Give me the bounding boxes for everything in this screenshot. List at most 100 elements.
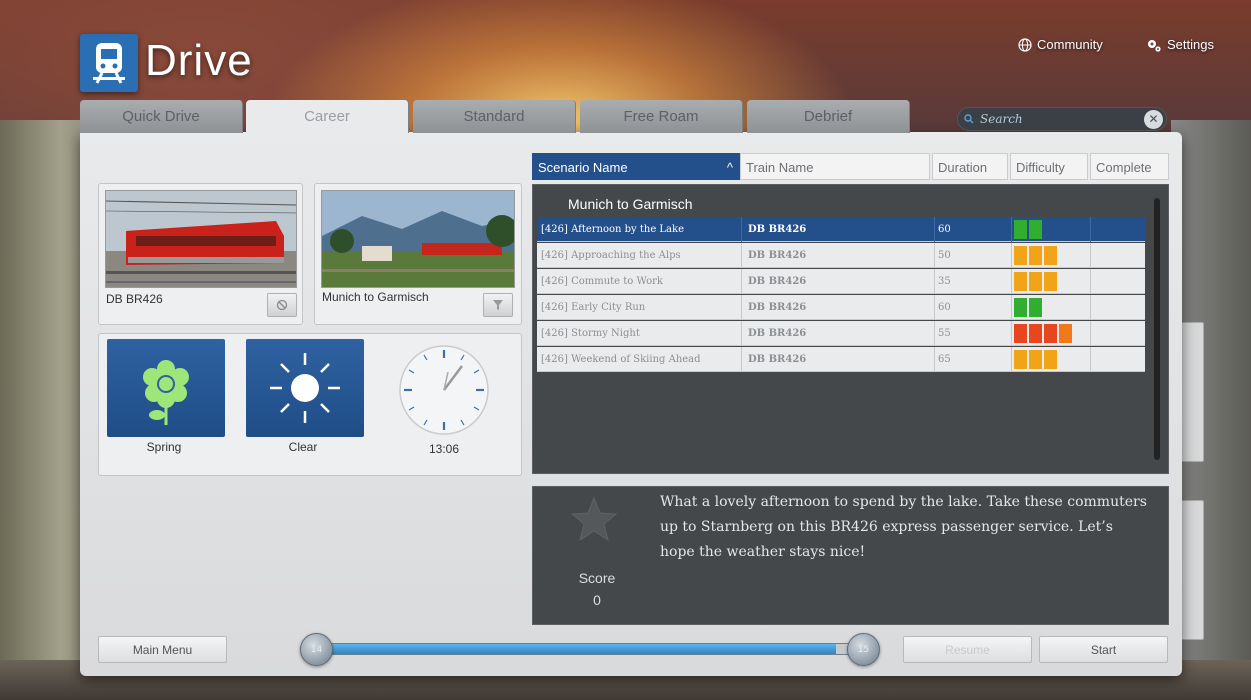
globe-icon	[1018, 37, 1032, 52]
tab-quick-drive[interactable]: Quick Drive	[80, 100, 243, 133]
difficulty-bar	[1044, 350, 1057, 369]
search-box: ✕	[957, 107, 1167, 131]
no-symbol-icon	[276, 299, 288, 311]
column-divider	[1011, 295, 1012, 320]
tab-career[interactable]: Career	[246, 100, 409, 133]
duration-cell: 60	[938, 302, 951, 313]
difficulty-bar	[1044, 246, 1057, 265]
column-divider	[1011, 347, 1012, 372]
column-divider	[1011, 243, 1012, 268]
route-group-title: Munich to Garmisch	[568, 196, 693, 212]
route-filter-button[interactable]	[483, 293, 513, 317]
difficulty-bar	[1029, 220, 1042, 239]
duration-cell: 35	[938, 276, 951, 287]
flower-icon	[143, 360, 189, 425]
train-name-cell: DB BR426	[748, 328, 807, 339]
star-icon	[570, 496, 618, 546]
table-row[interactable]: [426] Afternoon by the Lake DB BR426 60	[537, 217, 1145, 242]
column-divider	[1090, 295, 1091, 320]
list-scrollbar[interactable]	[1154, 198, 1160, 460]
scenario-name-cell: [426] Approaching the Alps	[541, 250, 681, 261]
column-divider	[1090, 243, 1091, 268]
scroll-slider-track[interactable]	[316, 643, 863, 655]
clock-icon[interactable]	[398, 344, 490, 440]
table-row[interactable]: [426] Weekend of Skiing Ahead DB BR426 65	[537, 347, 1145, 372]
column-divider	[1011, 321, 1012, 346]
train-name-cell: DB BR426	[748, 224, 807, 235]
clear-train-button[interactable]	[267, 293, 297, 317]
column-divider	[934, 243, 935, 268]
column-divider	[934, 269, 935, 294]
duration-cell: 50	[938, 250, 951, 261]
train-card[interactable]: DB BR426	[98, 183, 303, 325]
main-menu-button[interactable]: Main Menu	[98, 636, 227, 663]
column-train-name[interactable]: Train Name	[740, 153, 930, 180]
search-icon	[964, 114, 974, 124]
clear-search-icon[interactable]: ✕	[1144, 110, 1163, 129]
column-divider	[741, 321, 742, 346]
table-row[interactable]: [426] Approaching the Alps DB BR426 50	[537, 243, 1145, 268]
scenario-name-cell: [426] Afternoon by the Lake	[541, 224, 684, 235]
community-label: Community	[1037, 37, 1103, 52]
table-row[interactable]: [426] Stormy Night DB BR426 55	[537, 321, 1145, 346]
filter-icon	[493, 300, 503, 310]
tab-free-roam[interactable]: Free Roam	[580, 100, 743, 133]
train-name-cell: DB BR426	[748, 354, 807, 365]
sun-icon	[270, 353, 340, 423]
train-name-cell: DB BR426	[748, 276, 807, 287]
column-scenario-name-label: Scenario Name	[538, 160, 628, 175]
difficulty-bar	[1029, 350, 1042, 369]
column-complete[interactable]: Complete	[1090, 153, 1169, 180]
column-divider	[1090, 347, 1091, 372]
duration-cell: 60	[938, 224, 951, 235]
column-divider	[741, 347, 742, 372]
tab-standard[interactable]: Standard	[413, 100, 576, 133]
route-thumbnail	[321, 190, 515, 288]
score-label: Score	[578, 570, 616, 586]
community-link[interactable]: Community	[1018, 37, 1103, 52]
column-scenario-name[interactable]: Scenario Name ^	[532, 153, 740, 180]
start-button[interactable]: Start	[1039, 636, 1168, 663]
difficulty-bar	[1044, 324, 1057, 343]
column-divider	[1090, 217, 1091, 242]
slider-max-knob[interactable]: 15	[847, 633, 880, 666]
resume-button[interactable]: Resume	[903, 636, 1032, 663]
column-divider	[1011, 217, 1012, 242]
difficulty-bar	[1044, 272, 1057, 291]
scenario-name-cell: [426] Commute to Work	[541, 276, 663, 287]
difficulty-bar	[1014, 220, 1027, 239]
route-name-label: Munich to Garmisch	[322, 290, 429, 304]
column-divider	[741, 217, 742, 242]
time-label: 13:06	[428, 442, 460, 456]
train-name-cell: DB BR426	[748, 250, 807, 261]
difficulty-bar	[1029, 324, 1042, 343]
sort-up-icon: ^	[726, 160, 733, 175]
difficulty-bar	[1014, 350, 1027, 369]
scenario-description: What a lovely afternoon to spend by the …	[660, 494, 1147, 560]
duration-cell: 55	[938, 328, 951, 339]
difficulty-bar	[1014, 298, 1027, 317]
train-name-label: DB BR426	[106, 292, 163, 306]
season-tile[interactable]	[107, 339, 225, 437]
column-difficulty[interactable]: Difficulty	[1010, 153, 1088, 180]
column-duration[interactable]: Duration	[932, 153, 1008, 180]
settings-link[interactable]: Settings	[1146, 37, 1214, 52]
difficulty-bar	[1059, 324, 1072, 343]
slider-min-knob[interactable]: 14	[300, 633, 333, 666]
column-divider	[1011, 269, 1012, 294]
scenario-name-cell: [426] Weekend of Skiing Ahead	[541, 354, 701, 365]
column-divider	[741, 269, 742, 294]
side-card-upper	[1180, 322, 1204, 462]
difficulty-bar	[1014, 272, 1027, 291]
score-value: 0	[593, 592, 601, 608]
difficulty-bar	[1029, 246, 1042, 265]
table-row[interactable]: [426] Commute to Work DB BR426 35	[537, 269, 1145, 294]
route-card[interactable]: Munich to Garmisch	[314, 183, 522, 325]
weather-tile[interactable]	[246, 339, 364, 437]
weather-label: Clear	[288, 440, 318, 454]
difficulty-bar	[1014, 246, 1027, 265]
tab-debrief[interactable]: Debrief	[747, 100, 910, 133]
duration-cell: 65	[938, 354, 951, 365]
table-row[interactable]: [426] Early City Run DB BR426 60	[537, 295, 1145, 320]
search-input[interactable]	[980, 112, 1130, 126]
